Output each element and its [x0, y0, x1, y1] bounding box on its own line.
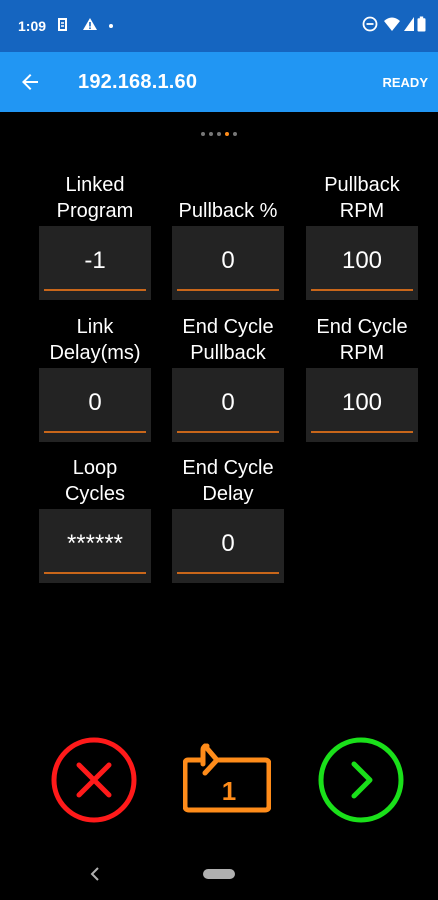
field-underline [44, 572, 146, 574]
field-label: Pullback RPM [324, 174, 400, 222]
field-label: End Cycle Pullback [182, 316, 274, 364]
linked-program-input[interactable]: -1 [39, 226, 151, 300]
wifi-icon [384, 17, 400, 31]
field-value: 0 [221, 530, 235, 557]
field-underline [44, 289, 146, 291]
field-loop-cycles: Loop Cycles ****** [39, 451, 151, 583]
field-label: Pullback % [178, 200, 278, 222]
back-arrow-icon[interactable] [18, 70, 42, 94]
loop-cycles-input[interactable]: ****** [39, 509, 151, 583]
next-button[interactable] [317, 736, 405, 824]
field-link-delay: Link Delay(ms) 0 [39, 310, 151, 442]
field-label: End Cycle Delay [182, 457, 274, 505]
battery-icon [417, 16, 426, 32]
notification-dot [109, 24, 113, 28]
app-bar: 192.168.1.60 READY [0, 52, 438, 112]
status-bar: 1:09 [0, 0, 438, 52]
field-value: 0 [221, 247, 235, 274]
field-label: Loop Cycles [64, 457, 125, 505]
field-end-cycle-delay: End Cycle Delay 0 [172, 451, 284, 583]
field-pullback-rpm: Pullback RPM 100 [306, 168, 418, 300]
field-value: 0 [88, 389, 102, 416]
warning-icon [83, 18, 97, 30]
signal-icon [404, 17, 414, 31]
do-not-disturb-icon [362, 16, 378, 32]
nav-back-icon[interactable] [88, 866, 102, 882]
field-label: End Cycle RPM [316, 316, 408, 364]
field-underline [177, 431, 279, 433]
field-label: Linked Program [56, 174, 134, 222]
field-value: 100 [341, 247, 383, 274]
status-time: 1:09 [18, 18, 47, 34]
nav-home-pill[interactable] [203, 869, 235, 879]
field-linked-program: Linked Program -1 [39, 168, 151, 300]
page-dot [233, 132, 237, 136]
repeat-one-button[interactable]: 1 [183, 736, 271, 824]
field-value: 0 [221, 389, 235, 416]
page-indicator [0, 130, 438, 138]
link-delay-input[interactable]: 0 [39, 368, 151, 442]
end-cycle-rpm-input[interactable]: 100 [306, 368, 418, 442]
page-dot [209, 132, 213, 136]
sim-icon [58, 18, 67, 31]
end-cycle-pullback-input[interactable]: 0 [172, 368, 284, 442]
chevron-right-icon [351, 761, 373, 799]
page-dot [225, 132, 229, 136]
field-value: ****** [66, 530, 124, 557]
field-label: Link Delay(ms) [49, 316, 141, 364]
end-cycle-delay-input[interactable]: 0 [172, 509, 284, 583]
pullback-percent-input[interactable]: 0 [172, 226, 284, 300]
field-underline [177, 572, 279, 574]
field-end-cycle-rpm: End Cycle RPM 100 [306, 310, 418, 442]
page-dot [201, 132, 205, 136]
field-value: 100 [341, 389, 383, 416]
field-underline [44, 431, 146, 433]
field-value: -1 [84, 247, 106, 274]
field-underline [311, 431, 413, 433]
connection-status: READY [382, 75, 428, 90]
cancel-button[interactable] [50, 736, 138, 824]
field-underline [177, 289, 279, 291]
field-pullback-percent: Pullback % 0 [172, 168, 284, 300]
field-end-cycle-pullback: End Cycle Pullback 0 [172, 310, 284, 442]
page-title: 192.168.1.60 [78, 71, 198, 93]
pullback-rpm-input[interactable]: 100 [306, 226, 418, 300]
page-dot [217, 132, 221, 136]
field-underline [311, 289, 413, 291]
close-icon [76, 762, 112, 798]
repeat-badge: 1 [222, 776, 236, 806]
